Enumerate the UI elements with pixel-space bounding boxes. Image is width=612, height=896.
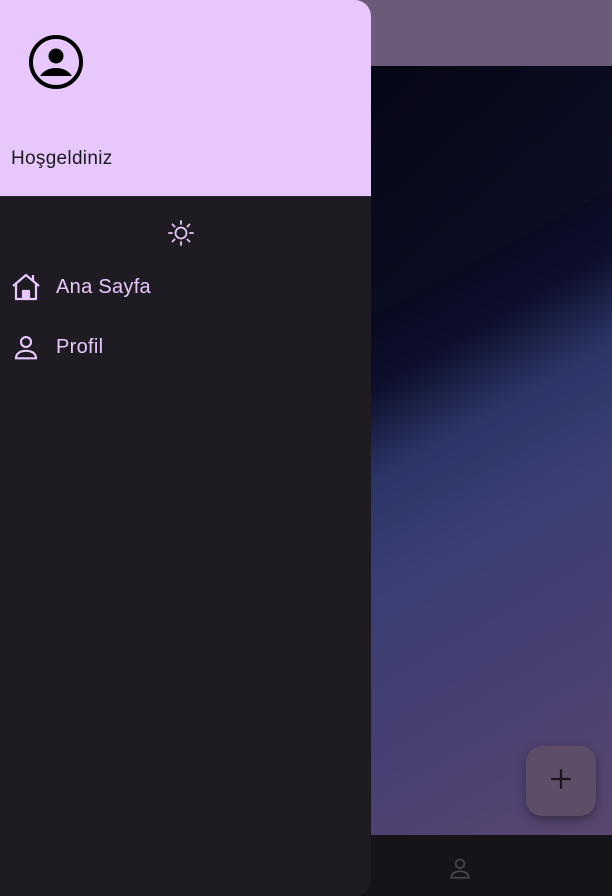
drawer-header: Hoşgeldiniz [0, 0, 371, 197]
sun-icon [166, 220, 196, 252]
drawer-item-home[interactable]: Ana Sayfa [0, 259, 371, 315]
drawer-item-profile[interactable]: Profil [0, 319, 371, 375]
account-circle-icon [28, 34, 84, 90]
add-button[interactable] [526, 746, 596, 816]
add-icon [548, 766, 574, 796]
welcome-title: Hoşgeldiniz [11, 148, 113, 169]
drawer-item-label: Ana Sayfa [56, 275, 151, 298]
home-icon [10, 271, 42, 303]
person-icon [10, 331, 42, 363]
theme-toggle-button[interactable] [166, 218, 196, 248]
bottom-nav-profile-icon[interactable] [447, 855, 473, 881]
drawer-item-label: Profil [56, 335, 104, 358]
navigation-drawer: Hoşgeldiniz Ana Sayfa Profil [0, 0, 371, 896]
